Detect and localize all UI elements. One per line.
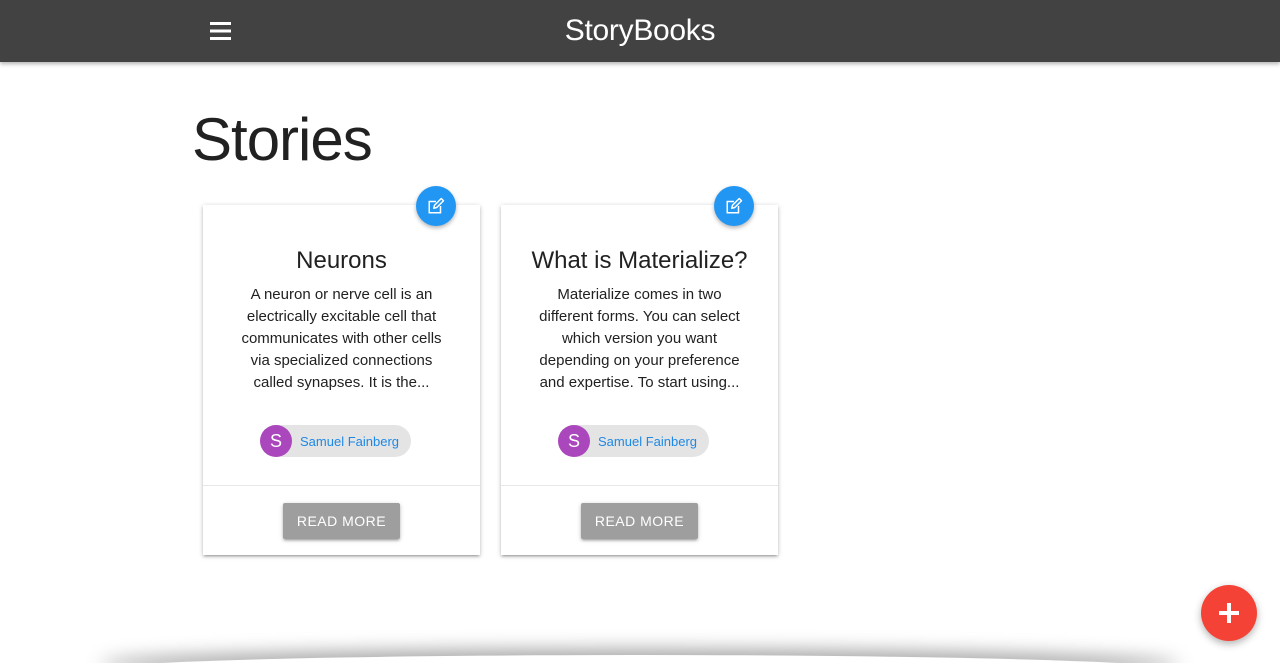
page-title: Stories	[192, 106, 373, 173]
edit-icon	[428, 197, 445, 214]
story-title: Neurons	[296, 247, 387, 274]
edit-story-button[interactable]	[416, 186, 456, 226]
add-story-button[interactable]	[1201, 585, 1257, 641]
card-divider	[203, 485, 480, 486]
card-divider	[501, 485, 778, 486]
author-name-link[interactable]: Samuel Fainberg	[598, 434, 697, 449]
top-navbar: StoryBooks	[0, 0, 1280, 62]
edit-icon	[726, 197, 743, 214]
author-chip[interactable]: S Samuel Fainberg	[260, 425, 411, 457]
plus-icon	[1219, 603, 1239, 623]
author-avatar: S	[558, 425, 590, 457]
brand-logo[interactable]: StoryBooks	[0, 12, 1280, 50]
author-chip[interactable]: S Samuel Fainberg	[558, 425, 709, 457]
author-avatar: S	[260, 425, 292, 457]
author-name-link[interactable]: Samuel Fainberg	[300, 434, 399, 449]
edit-story-button[interactable]	[714, 186, 754, 226]
story-card: What is Materialize? Materialize comes i…	[501, 186, 778, 555]
story-card: Neurons A neuron or nerve cell is an ele…	[203, 186, 480, 555]
story-excerpt: Materialize comes in two different forms…	[539, 286, 740, 391]
footer-edge	[100, 655, 1180, 663]
read-more-button[interactable]: READ MORE	[283, 503, 400, 539]
read-more-button[interactable]: READ MORE	[581, 503, 698, 539]
story-excerpt: A neuron or nerve cell is an electricall…	[241, 286, 442, 391]
story-title: What is Materialize?	[531, 247, 748, 274]
